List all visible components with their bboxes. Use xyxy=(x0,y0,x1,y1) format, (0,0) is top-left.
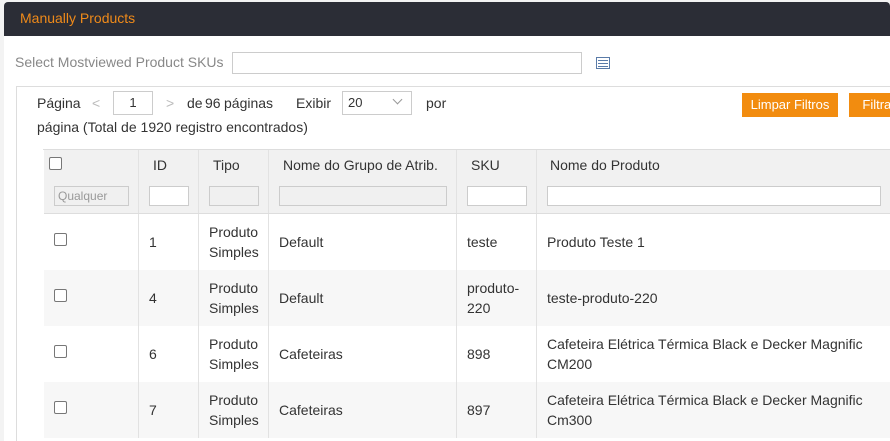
row-nome-line2: Cm300 xyxy=(547,412,593,428)
panel-header: Manually Products xyxy=(4,2,890,36)
row-tipo-line2: Simples xyxy=(209,356,259,372)
page-number-input[interactable]: 1 xyxy=(113,91,153,115)
pager-of-label: de xyxy=(187,95,203,111)
row-nome-line2: CM200 xyxy=(547,356,593,372)
panel-title: Manually Products xyxy=(20,10,136,26)
filter-grupo-select[interactable] xyxy=(279,186,447,206)
pager-pages-label: páginas xyxy=(224,95,274,111)
filter-nome-input[interactable] xyxy=(547,186,881,206)
row-checkbox[interactable] xyxy=(54,233,67,246)
row-checkbox[interactable] xyxy=(54,345,67,358)
filter-tipo-select[interactable] xyxy=(209,186,259,206)
row-sku-line1: teste xyxy=(467,234,498,250)
pager-show-label: Exibir xyxy=(296,95,332,111)
filter-id-input[interactable] xyxy=(149,186,189,206)
col-header-nome[interactable]: Nome do Produto xyxy=(550,157,660,173)
clear-filters-button[interactable]: Limpar Filtros xyxy=(742,93,838,117)
table-row[interactable]: 1 Produto Simples Default teste Produto Teste… xyxy=(44,214,890,270)
total-prefix: página (Total de xyxy=(37,119,137,135)
row-grupo: Default xyxy=(279,290,324,306)
filter-sku-input[interactable] xyxy=(467,186,527,206)
row-id: 4 xyxy=(149,290,157,306)
col-header-grupo[interactable]: Nome do Grupo de Atrib. xyxy=(283,157,438,173)
row-grupo: Cafeteiras xyxy=(279,346,343,362)
chevron-left-icon[interactable]: < xyxy=(92,95,100,111)
row-sku-line2: 220 xyxy=(467,300,491,316)
per-page-value: 20 xyxy=(348,95,363,110)
sku-selector-input[interactable] xyxy=(232,52,582,74)
row-tipo-line1: Produto xyxy=(209,392,259,408)
row-sku-line1: 897 xyxy=(467,402,491,418)
row-nome-line1: teste-produto-220 xyxy=(547,290,658,306)
row-checkbox[interactable] xyxy=(54,289,67,302)
pager-per-label: por xyxy=(426,95,447,111)
row-tipo-line2: Simples xyxy=(209,244,259,260)
grid-list-icon[interactable] xyxy=(596,57,610,69)
filter-any-select[interactable]: Qualquer xyxy=(54,186,129,206)
row-grupo: Default xyxy=(279,234,324,250)
col-header-sku[interactable]: SKU xyxy=(471,157,500,173)
row-tipo-line2: Simples xyxy=(209,412,259,428)
row-nome-line1: Cafeteira Elétrica Térmica Black e Decke… xyxy=(547,392,863,408)
filter-button[interactable]: Filtrar xyxy=(849,93,890,117)
row-tipo-line1: Produto xyxy=(209,224,259,240)
table-row[interactable]: 7 Produto Simples Cafeteiras 897 Cafeteira El… xyxy=(44,382,890,438)
row-checkbox[interactable] xyxy=(54,401,67,414)
chevron-down-icon xyxy=(392,94,403,105)
table-filter-row: Qualquer xyxy=(44,180,890,214)
col-header-tipo[interactable]: Tipo xyxy=(213,157,240,173)
sku-selector-label: Select Mostviewed Product SKUs xyxy=(15,54,224,70)
row-tipo-line1: Produto xyxy=(209,336,259,352)
row-id: 1 xyxy=(149,234,157,250)
row-grupo: Cafeteiras xyxy=(279,402,343,418)
col-header-id[interactable]: ID xyxy=(153,157,167,173)
pager-total-pages: 96 xyxy=(205,95,221,111)
row-nome-line1: Cafeteira Elétrica Térmica Black e Decke… xyxy=(547,336,863,352)
products-table: ID Tipo Nome do Grupo de Atrib. SKU Nome… xyxy=(43,149,890,438)
table-row[interactable]: 6 Produto Simples Cafeteiras 898 Cafeteira El… xyxy=(44,326,890,382)
row-nome-line1: Produto Teste 1 xyxy=(547,234,645,250)
row-id: 7 xyxy=(149,402,157,418)
total-records: 1920 xyxy=(140,119,172,135)
row-sku-line1: 898 xyxy=(467,346,491,362)
per-page-select[interactable]: 20 xyxy=(342,91,412,115)
row-id: 6 xyxy=(149,346,157,362)
total-suffix: registro encontrados) xyxy=(175,119,308,135)
table-row[interactable]: 4 Produto Simples Default produto- 220 teste-p… xyxy=(44,270,890,326)
row-tipo-line1: Produto xyxy=(209,280,259,296)
row-sku-line1: produto- xyxy=(467,280,520,296)
pager-page-label: Página xyxy=(37,95,81,111)
table-header: ID Tipo Nome do Grupo de Atrib. SKU Nome… xyxy=(44,150,890,180)
chevron-right-icon[interactable]: > xyxy=(166,95,174,111)
total-records-line: página (Total de 1920 registro encontrad… xyxy=(37,119,308,135)
row-tipo-line2: Simples xyxy=(209,300,259,316)
select-all-checkbox[interactable] xyxy=(49,157,62,170)
